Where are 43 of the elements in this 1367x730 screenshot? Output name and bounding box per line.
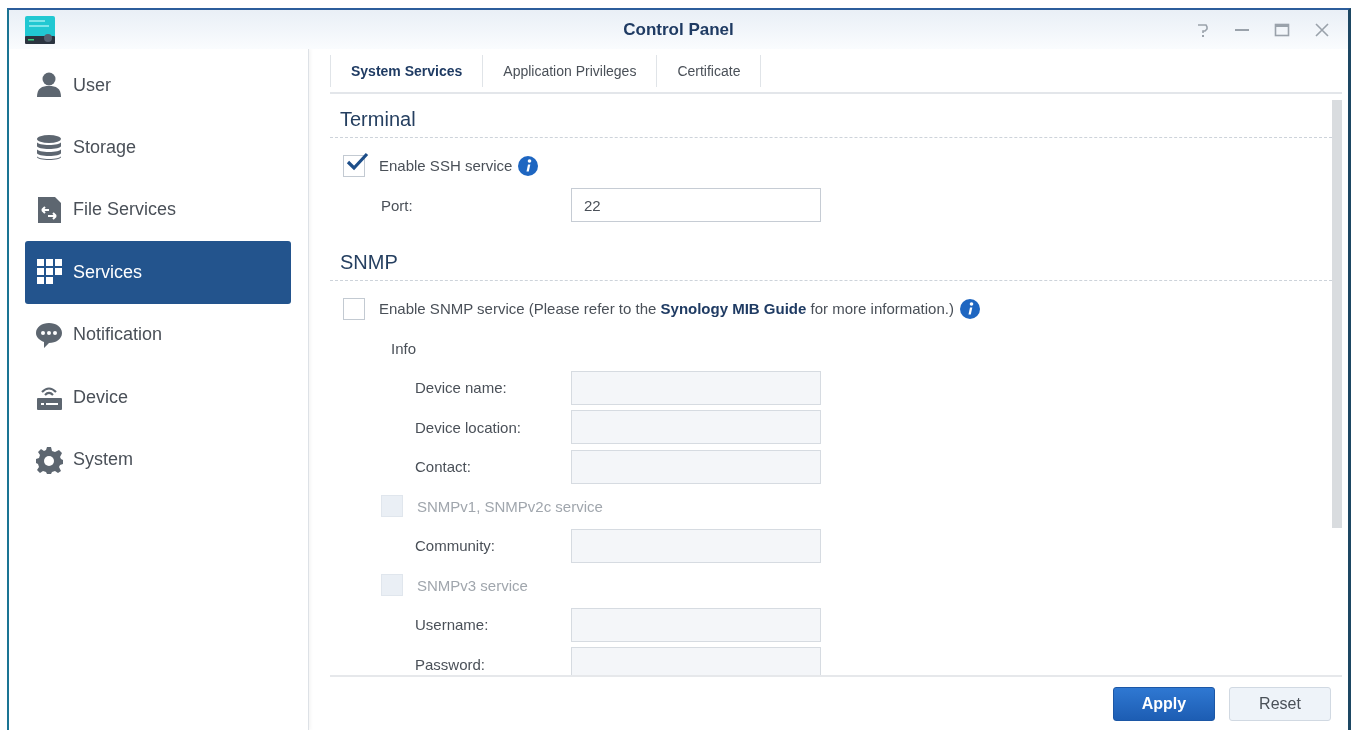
sidebar-item[interactable]: Services — [25, 241, 291, 304]
tab[interactable]: Application Privileges — [483, 55, 658, 87]
maximize-icon[interactable] — [1274, 21, 1290, 38]
field-label: Device name: — [415, 379, 508, 397]
sidebar-item[interactable]: User — [25, 54, 291, 117]
checkbox-label: SNMPv3 service — [417, 576, 528, 594]
field-label: Contact: — [415, 458, 472, 476]
checkbox[interactable] — [343, 297, 365, 320]
gear-icon — [36, 445, 63, 474]
chat-bubble-icon — [36, 320, 63, 349]
link[interactable]: Synology MIB Guide — [660, 300, 807, 318]
checkmark-icon — [345, 151, 369, 172]
sidebar-item[interactable]: Storage — [25, 116, 291, 179]
scrollbar-thumb[interactable] — [1332, 100, 1342, 528]
input-field[interactable]: 22 — [571, 188, 821, 223]
app-logo-icon — [25, 15, 55, 44]
sidebar-item[interactable]: Device — [25, 365, 291, 429]
field-label: Device location: — [415, 418, 522, 436]
reset-button[interactable]: Reset — [1229, 686, 1331, 721]
group-label: Info — [391, 339, 417, 357]
checkbox-label: Enable SNMP service (Please refer to the Synology MIB Guide for more information.) — [379, 300, 954, 318]
close-icon[interactable] — [1314, 21, 1330, 38]
section-heading: SNMP — [330, 251, 1332, 281]
tab[interactable]: System Services — [330, 55, 484, 87]
database-icon — [36, 133, 63, 162]
user-icon — [36, 71, 63, 100]
checkbox-label: Enable SSH service — [379, 157, 513, 175]
field-label: Community: — [415, 537, 497, 555]
checkbox-label: SNMPv1, SNMPv2c service — [417, 497, 603, 515]
sidebar-item[interactable]: System — [25, 428, 291, 491]
apply-button[interactable]: Apply — [1113, 686, 1215, 721]
section-heading: Terminal — [330, 108, 1332, 138]
field-label: Username: — [415, 616, 490, 634]
sidebar-item[interactable]: File Services — [25, 178, 291, 242]
window-title: Control Panel — [623, 19, 734, 40]
checkbox[interactable] — [343, 154, 365, 177]
field-label: Port: — [381, 196, 414, 214]
tab[interactable]: Certificate — [657, 55, 762, 87]
sidebar-item[interactable]: Notification — [25, 303, 291, 366]
grid-icon — [36, 258, 63, 287]
field-label: Password: — [415, 655, 487, 673]
file-arrows-icon — [36, 195, 63, 224]
help-icon[interactable] — [1196, 21, 1210, 38]
